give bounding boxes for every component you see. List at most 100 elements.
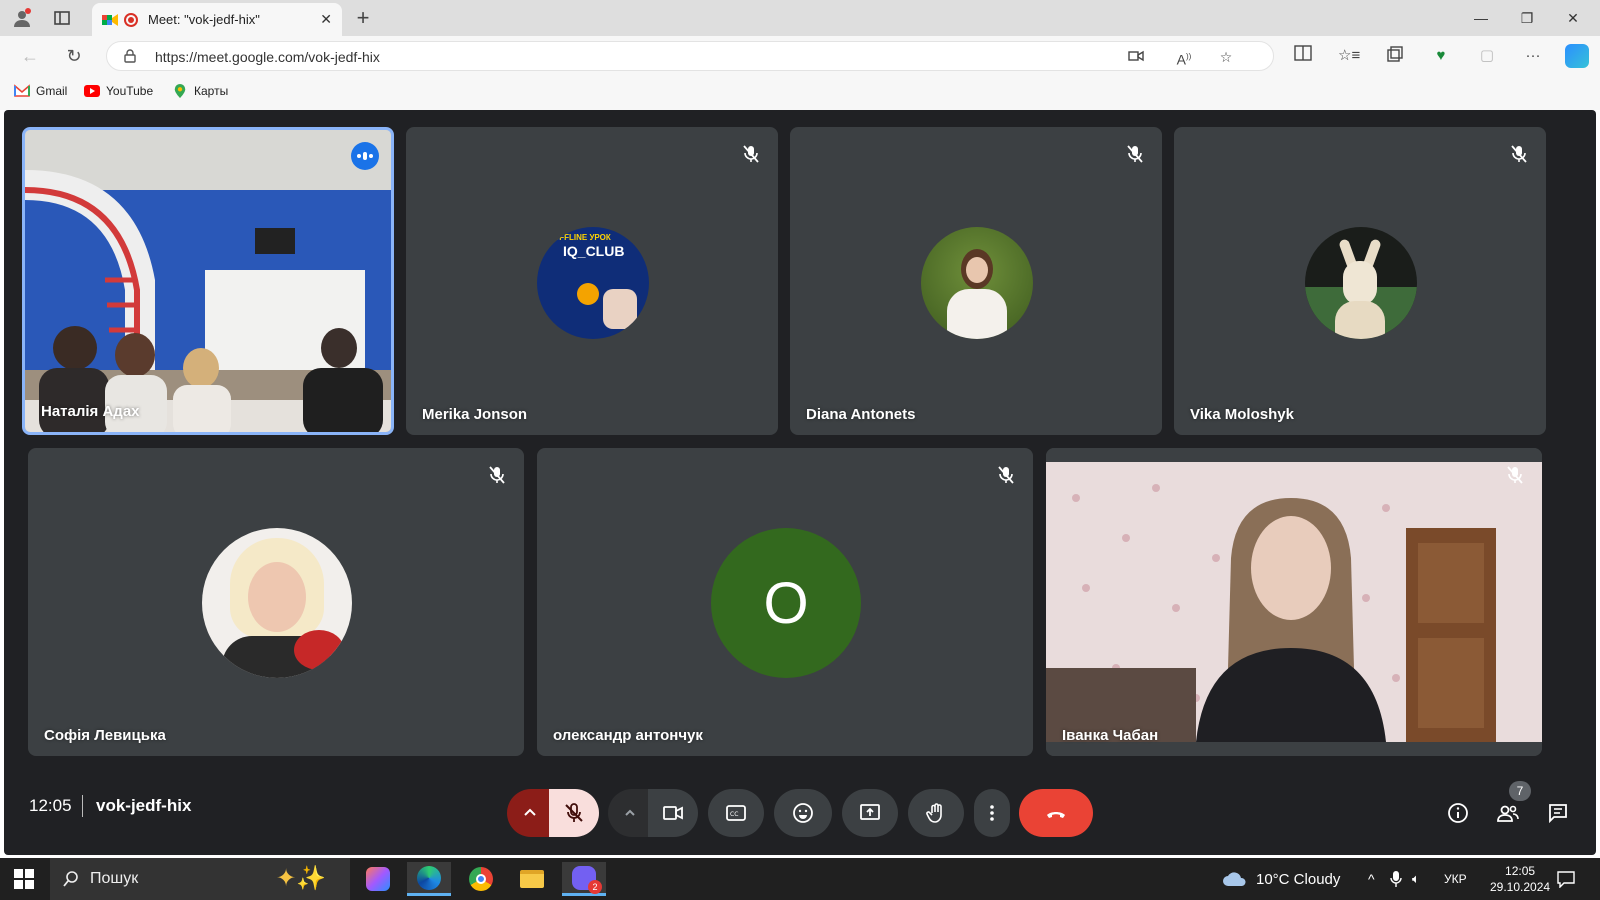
taskbar-viber[interactable]: 2 — [562, 862, 606, 896]
end-call-icon — [1047, 812, 1065, 818]
bookmark-gmail[interactable]: Gmail — [14, 84, 67, 98]
close-window-button[interactable]: ✕ — [1550, 6, 1596, 30]
video-options-button[interactable] — [608, 789, 652, 837]
read-aloud-icon[interactable]: A)) — [1175, 48, 1193, 68]
bookmarks-bar: Gmail YouTube Карты — [0, 76, 1600, 110]
camera-in-use-icon[interactable] — [1127, 48, 1145, 66]
restore-button[interactable]: ❐ — [1504, 6, 1550, 30]
raise-hand-button[interactable] — [908, 789, 964, 837]
meeting-details-button[interactable] — [1434, 789, 1482, 837]
taskbar-file-explorer[interactable] — [510, 862, 554, 896]
participant-avatar — [1305, 227, 1417, 339]
recording-icon — [124, 12, 138, 27]
participant-video-feed — [1046, 448, 1542, 756]
taskbar-chrome[interactable] — [459, 862, 503, 896]
mic-off-icon — [1511, 145, 1527, 163]
microphone-tray-icon[interactable] — [1390, 858, 1402, 900]
participant-avatar — [202, 528, 352, 678]
viber-app-icon: 2 — [572, 865, 602, 894]
participant-tile-vika[interactable]: Vika Moloshyk — [1174, 127, 1546, 435]
meeting-time: 12:05 — [29, 796, 72, 815]
close-tab-icon[interactable]: ✕ — [320, 11, 332, 28]
participant-name: Софія Левицька — [44, 727, 166, 744]
notifications-icon[interactable] — [1556, 858, 1576, 900]
mic-toggle-button[interactable] — [549, 789, 599, 837]
extension-icon[interactable]: ▢ — [1476, 45, 1498, 67]
participant-tile-merika[interactable]: OFFLINE УРОК IQ_CLUB Merika Jonson — [406, 127, 778, 435]
tray-overflow-icon[interactable]: ^ — [1368, 858, 1375, 900]
favorites-icon[interactable]: ☆≡ — [1338, 45, 1360, 67]
search-icon — [63, 871, 78, 887]
taskbar-copilot[interactable] — [356, 862, 400, 896]
participant-tile-natalia[interactable]: Наталія Адах — [22, 127, 394, 435]
back-button[interactable]: ← — [18, 44, 42, 68]
language-indicator[interactable]: УКР — [1444, 858, 1467, 900]
info-icon — [1448, 803, 1468, 823]
gmail-icon — [14, 84, 30, 97]
hand-icon — [926, 803, 942, 823]
people-icon — [1497, 805, 1519, 822]
participant-name: Наталія Адах — [41, 403, 140, 420]
bookmark-youtube[interactable]: YouTube — [84, 84, 153, 98]
active-tab[interactable]: Meet: "vok-jedf-hix" ✕ — [92, 3, 342, 36]
copilot-icon[interactable] — [1565, 44, 1589, 68]
collections-icon[interactable] — [1384, 45, 1406, 67]
volume-icon[interactable]: 🔈︎ — [1412, 858, 1420, 900]
chevron-up-icon — [524, 808, 536, 816]
lock-icon[interactable] — [123, 49, 137, 63]
maps-pin-icon — [174, 84, 186, 98]
participant-tile-sofia[interactable]: Софія Левицька — [28, 448, 524, 756]
participant-avatar — [921, 227, 1033, 339]
participant-name: олександр антончук — [553, 727, 703, 744]
reload-button[interactable]: ↻ — [62, 44, 86, 68]
notification-badge: 2 — [588, 879, 602, 894]
chrome-app-icon — [469, 867, 493, 891]
participant-name: Іванка Чабан — [1062, 727, 1159, 744]
address-bar[interactable]: https://meet.google.com/vok-jedf-hix A))… — [106, 41, 1274, 71]
profile-icon[interactable] — [10, 6, 34, 30]
weather-widget[interactable]: 10°C Cloudy — [1222, 858, 1340, 900]
taskbar-search[interactable]: Пошук ✦✨ — [50, 858, 350, 900]
mic-off-icon — [1127, 145, 1143, 163]
weather-text: 10°C Cloudy — [1256, 870, 1341, 888]
favorite-star-icon[interactable]: ☆ — [1217, 48, 1235, 66]
participant-initial-avatar: О — [711, 528, 861, 678]
clock[interactable]: 12:05 29.10.2024 — [1490, 858, 1550, 900]
more-options-button[interactable] — [974, 789, 1010, 837]
captions-button[interactable]: CC — [708, 789, 764, 837]
tab-actions-icon[interactable] — [50, 6, 74, 30]
present-screen-button[interactable] — [842, 789, 898, 837]
svg-text:CC: CC — [730, 811, 738, 818]
youtube-icon — [84, 85, 100, 97]
participant-tile-oleksandr[interactable]: О олександр антончук — [537, 448, 1033, 756]
speaking-indicator-icon — [351, 142, 379, 170]
cloud-icon — [1223, 872, 1246, 886]
camera-toggle-button[interactable] — [648, 789, 698, 837]
minimize-button[interactable]: — — [1458, 6, 1504, 30]
windows-taskbar: Пошук ✦✨ 2 10°C Cloudy ^ 🔈︎ УКР 12:05 29… — [0, 858, 1600, 900]
participant-tile-diana[interactable]: Diana Antonets — [790, 127, 1162, 435]
url-text[interactable]: https://meet.google.com/vok-jedf-hix — [155, 49, 380, 65]
new-tab-button[interactable]: + — [350, 5, 376, 31]
mic-off-icon — [743, 145, 759, 163]
bookmark-maps[interactable]: Карты — [172, 84, 228, 98]
chat-button[interactable] — [1534, 789, 1582, 837]
captions-icon: CC — [726, 805, 746, 821]
participant-tile-ivanka[interactable]: Іванка Чабан — [1046, 448, 1542, 756]
more-vert-icon — [990, 805, 994, 821]
tab-title: Meet: "vok-jedf-hix" — [148, 12, 260, 27]
address-toolbar: ← ↻ https://meet.google.com/vok-jedf-hix… — [0, 36, 1600, 76]
split-screen-icon[interactable] — [1292, 45, 1314, 67]
participant-avatar: OFFLINE УРОК IQ_CLUB — [537, 227, 649, 339]
chevron-up-icon — [625, 809, 635, 816]
taskbar-edge[interactable] — [407, 862, 451, 896]
reactions-button[interactable] — [774, 789, 832, 837]
browser-essentials-icon[interactable]: ♥ — [1430, 45, 1452, 67]
leave-call-button[interactable] — [1019, 789, 1093, 837]
start-button[interactable] — [14, 869, 34, 889]
divider — [82, 795, 83, 817]
audio-options-button[interactable] — [507, 789, 553, 837]
more-menu-icon[interactable]: ··· — [1522, 45, 1544, 67]
clock-date: 29.10.2024 — [1490, 880, 1551, 894]
windows-logo-icon — [14, 869, 34, 889]
